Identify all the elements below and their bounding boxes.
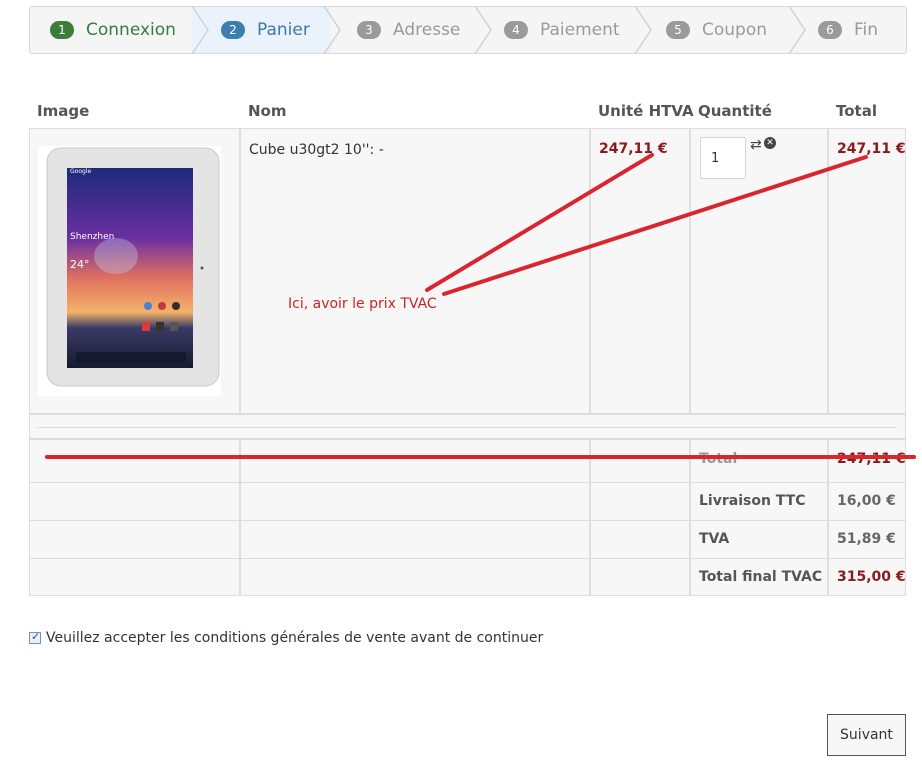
annotation-overlay <box>45 153 916 459</box>
next-button[interactable]: Suivant <box>827 714 906 756</box>
terms-label: Veuillez accepter les conditions général… <box>46 630 544 646</box>
terms-row[interactable]: Veuillez accepter les conditions général… <box>29 630 543 646</box>
annotation-arrow-unit-price <box>425 153 654 292</box>
terms-checkbox[interactable] <box>29 630 41 644</box>
annotation-text: Ici, avoir le prix TVAC <box>288 296 437 312</box>
annotation-arrow-total <box>442 155 868 296</box>
